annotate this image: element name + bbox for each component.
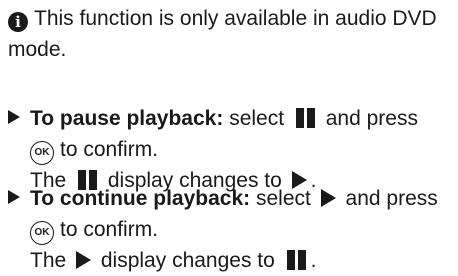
step-confirm: OK to confirm. (8, 214, 454, 245)
step-text: select (229, 107, 290, 130)
step-instruction: To pause playback: select and press (8, 103, 454, 134)
result-text: display changes to (95, 249, 281, 272)
step-label: To continue playback: (30, 187, 251, 210)
result-text: . (310, 249, 317, 272)
manual-page: i This function is only available in audi… (8, 0, 454, 274)
ok-button-icon: OK (30, 221, 54, 245)
confirm-text: to confirm. (60, 218, 159, 241)
info-note: i This function is only available in audi… (8, 3, 448, 65)
pause-icon (294, 108, 316, 128)
step-text: and press (339, 187, 438, 210)
confirm-text: to confirm. (60, 138, 159, 161)
info-note-text: This function is only available in audio… (8, 7, 437, 61)
step-continue-playback: To continue playback: select and press O… (8, 183, 454, 276)
step-instruction: To continue playback: select and press (8, 183, 454, 214)
bullet-arrow-icon (8, 190, 20, 204)
step-text: and press (319, 107, 418, 130)
step-text: select (256, 187, 317, 210)
info-icon: i (8, 12, 28, 32)
step-result: The display changes to . (8, 245, 454, 276)
pause-icon (285, 250, 307, 270)
play-icon (320, 189, 336, 207)
step-confirm: OK to confirm. (8, 134, 454, 165)
result-text: The (30, 249, 73, 272)
play-icon (76, 251, 92, 269)
bullet-arrow-icon (8, 110, 20, 124)
step-label: To pause playback: (30, 107, 224, 130)
ok-button-icon: OK (30, 141, 54, 165)
